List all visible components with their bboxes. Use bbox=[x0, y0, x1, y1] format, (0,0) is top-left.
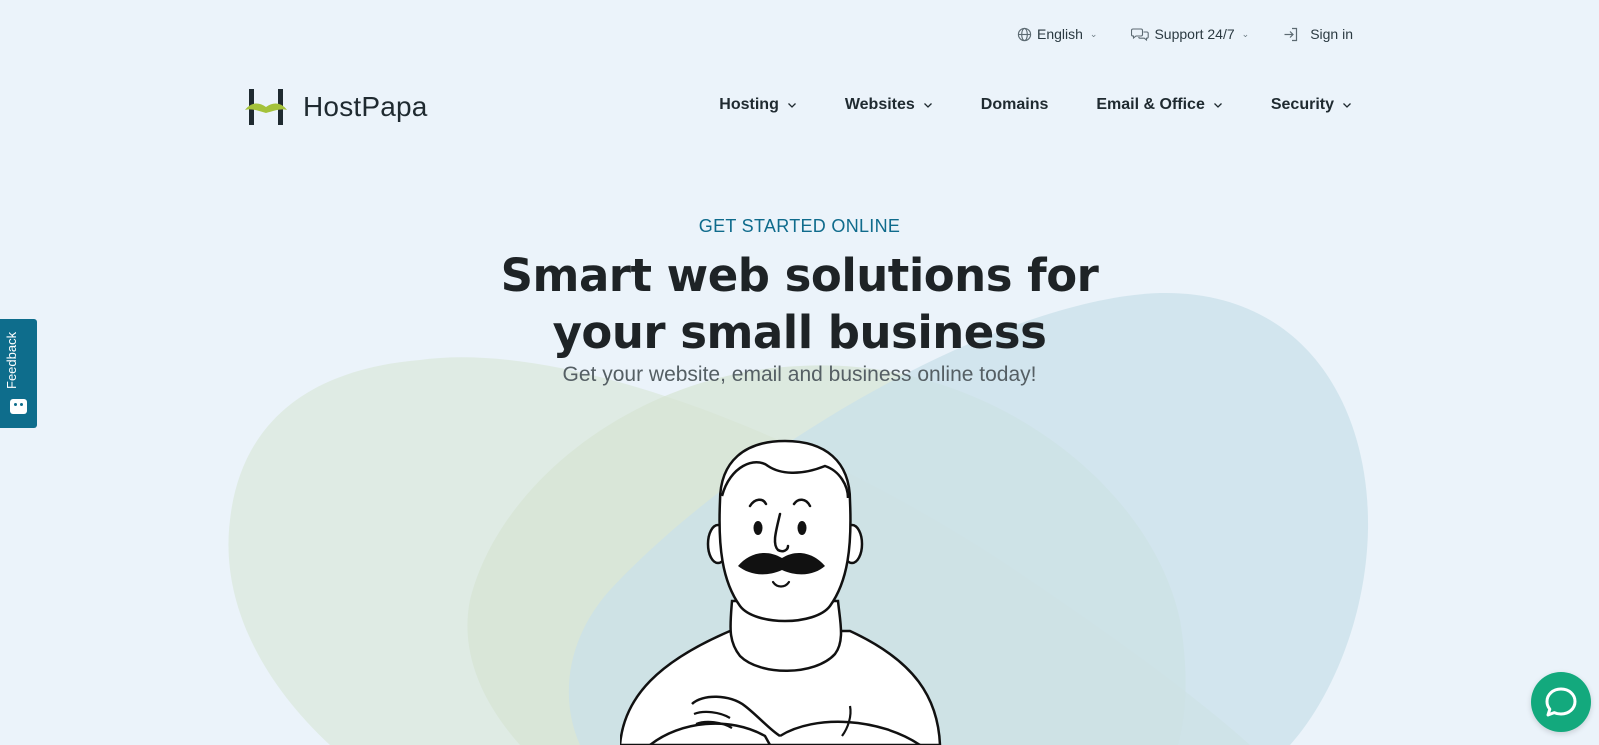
nav-item-label: Domains bbox=[980, 96, 1049, 113]
nav-item-websites[interactable]: Websites bbox=[845, 96, 933, 114]
hero-headline-line2: your small business bbox=[552, 306, 1047, 359]
chevron-down-icon bbox=[1343, 103, 1351, 108]
feedback-face-icon bbox=[10, 399, 27, 414]
main-nav: Hosting Websites Domains Email & Office … bbox=[719, 96, 1352, 114]
feedback-tab[interactable]: Feedback bbox=[0, 319, 37, 428]
feedback-label: Feedback bbox=[4, 331, 19, 389]
chevron-down-icon: ⌄ bbox=[1089, 28, 1098, 39]
language-label: English bbox=[1037, 26, 1083, 42]
sign-in-link[interactable]: Sign in bbox=[1283, 26, 1353, 42]
nav-item-label: Security bbox=[1270, 96, 1334, 113]
hero-headline: Smart web solutions for your small busin… bbox=[450, 247, 1150, 361]
nav-item-security[interactable]: Security bbox=[1271, 96, 1352, 114]
nav-item-label: Hosting bbox=[719, 96, 779, 113]
support-menu[interactable]: Support 24/7 ⌄ bbox=[1131, 26, 1249, 42]
live-chat-button[interactable] bbox=[1531, 672, 1591, 732]
mascot-illustration bbox=[620, 439, 942, 745]
hostpapa-logo-icon bbox=[245, 89, 287, 125]
chevron-down-icon: ⌄ bbox=[1241, 28, 1250, 39]
chevron-down-icon bbox=[923, 103, 932, 108]
nav-item-label: Websites bbox=[844, 96, 915, 113]
hero-eyebrow: GET STARTED ONLINE bbox=[698, 216, 901, 236]
utility-bar: English ⌄ Support 24/7 ⌄ Sign in bbox=[1017, 26, 1353, 42]
support-label: Support 24/7 bbox=[1154, 26, 1235, 42]
hero-section: GET STARTED ONLINE Smart web solutions f… bbox=[0, 216, 1599, 387]
chat-bubbles-icon bbox=[1131, 27, 1150, 41]
language-selector[interactable]: English ⌄ bbox=[1017, 26, 1097, 42]
sign-in-label: Sign in bbox=[1310, 26, 1353, 42]
nav-item-hosting[interactable]: Hosting bbox=[719, 96, 797, 114]
chevron-down-icon bbox=[787, 103, 796, 108]
hero-subheadline: Get your website, email and business onl… bbox=[562, 363, 1037, 386]
nav-item-email-office[interactable]: Email & Office bbox=[1096, 96, 1222, 114]
sign-in-icon bbox=[1284, 27, 1298, 41]
nav-item-label: Email & Office bbox=[1096, 96, 1205, 113]
chat-bubble-icon bbox=[1545, 687, 1577, 717]
brand-name: HostPapa bbox=[303, 91, 428, 122]
chevron-down-icon bbox=[1213, 103, 1222, 108]
globe-icon bbox=[1017, 27, 1032, 41]
brand-logo[interactable]: HostPapa bbox=[245, 89, 428, 125]
hero-headline-line1: Smart web solutions for bbox=[500, 249, 1099, 302]
nav-item-domains[interactable]: Domains bbox=[981, 96, 1049, 114]
